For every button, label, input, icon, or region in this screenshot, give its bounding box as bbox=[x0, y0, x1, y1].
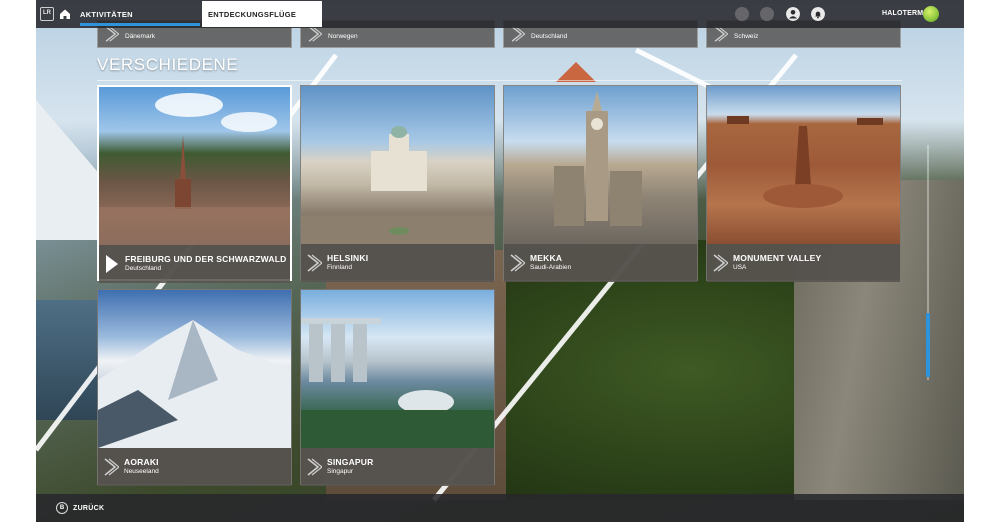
username-label: HALOTERM bbox=[882, 10, 924, 17]
destination-image bbox=[707, 86, 900, 244]
tile-country: Singapur bbox=[327, 468, 354, 475]
tile-country: Neuseeland bbox=[124, 468, 159, 475]
tile-title: MONUMENT VALLEY bbox=[733, 253, 822, 263]
tile-country: Dänemark bbox=[125, 33, 155, 40]
tile-caption: MONUMENT VALLEY USA bbox=[707, 244, 900, 282]
destination-image bbox=[98, 290, 291, 448]
chevron-right-icon bbox=[307, 254, 322, 272]
back-label: ZURÜCK bbox=[73, 504, 105, 512]
helsinki-cathedral-illustration bbox=[301, 126, 494, 244]
bottom-bar: B ZURÜCK bbox=[36, 494, 964, 522]
tile-country: Finnland bbox=[327, 264, 352, 271]
destination-image bbox=[504, 86, 697, 244]
tile-country: Norwegen bbox=[328, 33, 358, 40]
section-title: VERSCHIEDENE bbox=[97, 55, 239, 74]
user-icon[interactable] bbox=[786, 7, 800, 21]
chevron-right-icon bbox=[104, 458, 119, 476]
freiburg-cathedral-illustration bbox=[99, 93, 290, 245]
group-icon[interactable] bbox=[760, 7, 774, 21]
chevron-right-icon bbox=[307, 458, 322, 476]
destination-tile-freiburg[interactable]: FREIBURG UND DER SCHWARZWALD Deutschland bbox=[97, 85, 292, 283]
tab-activities[interactable]: AKTIVITÄTEN bbox=[74, 0, 200, 28]
chevron-right-icon bbox=[106, 255, 118, 273]
timer-icon[interactable] bbox=[735, 7, 749, 21]
tile-title: MEKKA bbox=[530, 253, 563, 263]
tile-country: Saudi-Arabien bbox=[530, 264, 572, 271]
discovery-flights-screen: Dänemark Norwegen Deutschland Schweiz LR… bbox=[36, 0, 964, 522]
back-button[interactable]: B ZURÜCK bbox=[56, 501, 104, 515]
tile-country: Deutschland bbox=[531, 33, 568, 40]
destination-tile-mekka[interactable]: MEKKA Saudi-Arabien bbox=[503, 85, 698, 282]
tile-title: HELSINKI bbox=[327, 253, 369, 263]
tile-country: USA bbox=[733, 264, 747, 271]
mekka-clock-tower-illustration bbox=[554, 91, 642, 226]
section-divider bbox=[97, 80, 902, 81]
aoraki-mountain-illustration bbox=[98, 320, 291, 448]
tab-discovery-flights[interactable]: ENTDECKUNGSFLÜGE bbox=[202, 1, 322, 27]
destination-tile-aoraki[interactable]: AORAKI Neuseeland bbox=[97, 289, 292, 486]
b-key-icon: B bbox=[56, 502, 68, 514]
destination-tile-singapur[interactable]: SINGAPUR Singapur bbox=[300, 289, 495, 486]
tile-title: FREIBURG UND DER SCHWARZWALD bbox=[125, 254, 287, 264]
destination-image bbox=[301, 290, 494, 448]
tile-country: Deutschland bbox=[125, 265, 162, 272]
profile-card-icon[interactable]: LR bbox=[40, 7, 54, 21]
tile-caption: HELSINKI Finnland bbox=[301, 244, 494, 282]
top-navigation-bar: LR AKTIVITÄTEN ENTDECKUNGSFLÜGE HALOTERM bbox=[36, 0, 964, 28]
tile-country: Schweiz bbox=[734, 33, 759, 40]
tile-caption: AORAKI Neuseeland bbox=[98, 448, 291, 486]
destination-image bbox=[301, 86, 494, 244]
tile-caption: MEKKA Saudi-Arabien bbox=[504, 244, 697, 282]
tile-title: AORAKI bbox=[124, 457, 159, 467]
online-status-icon[interactable] bbox=[923, 6, 939, 22]
destination-image bbox=[99, 87, 290, 245]
chevron-right-icon bbox=[713, 254, 728, 272]
notification-bell-icon[interactable] bbox=[811, 7, 825, 21]
tile-caption: FREIBURG UND DER SCHWARZWALD Deutschland bbox=[99, 245, 290, 283]
destination-tile-monument-valley[interactable]: MONUMENT VALLEY USA bbox=[706, 85, 901, 282]
chevron-right-icon bbox=[510, 254, 525, 272]
tile-title: SINGAPUR bbox=[327, 457, 374, 467]
home-icon[interactable] bbox=[58, 7, 72, 21]
scrollbar-thumb[interactable] bbox=[926, 313, 930, 377]
tile-caption: SINGAPUR Singapur bbox=[301, 448, 494, 486]
singapur-skyline-illustration bbox=[301, 318, 494, 448]
monument-valley-butte-illustration bbox=[727, 116, 883, 208]
destination-tile-helsinki[interactable]: HELSINKI Finnland bbox=[300, 85, 495, 282]
